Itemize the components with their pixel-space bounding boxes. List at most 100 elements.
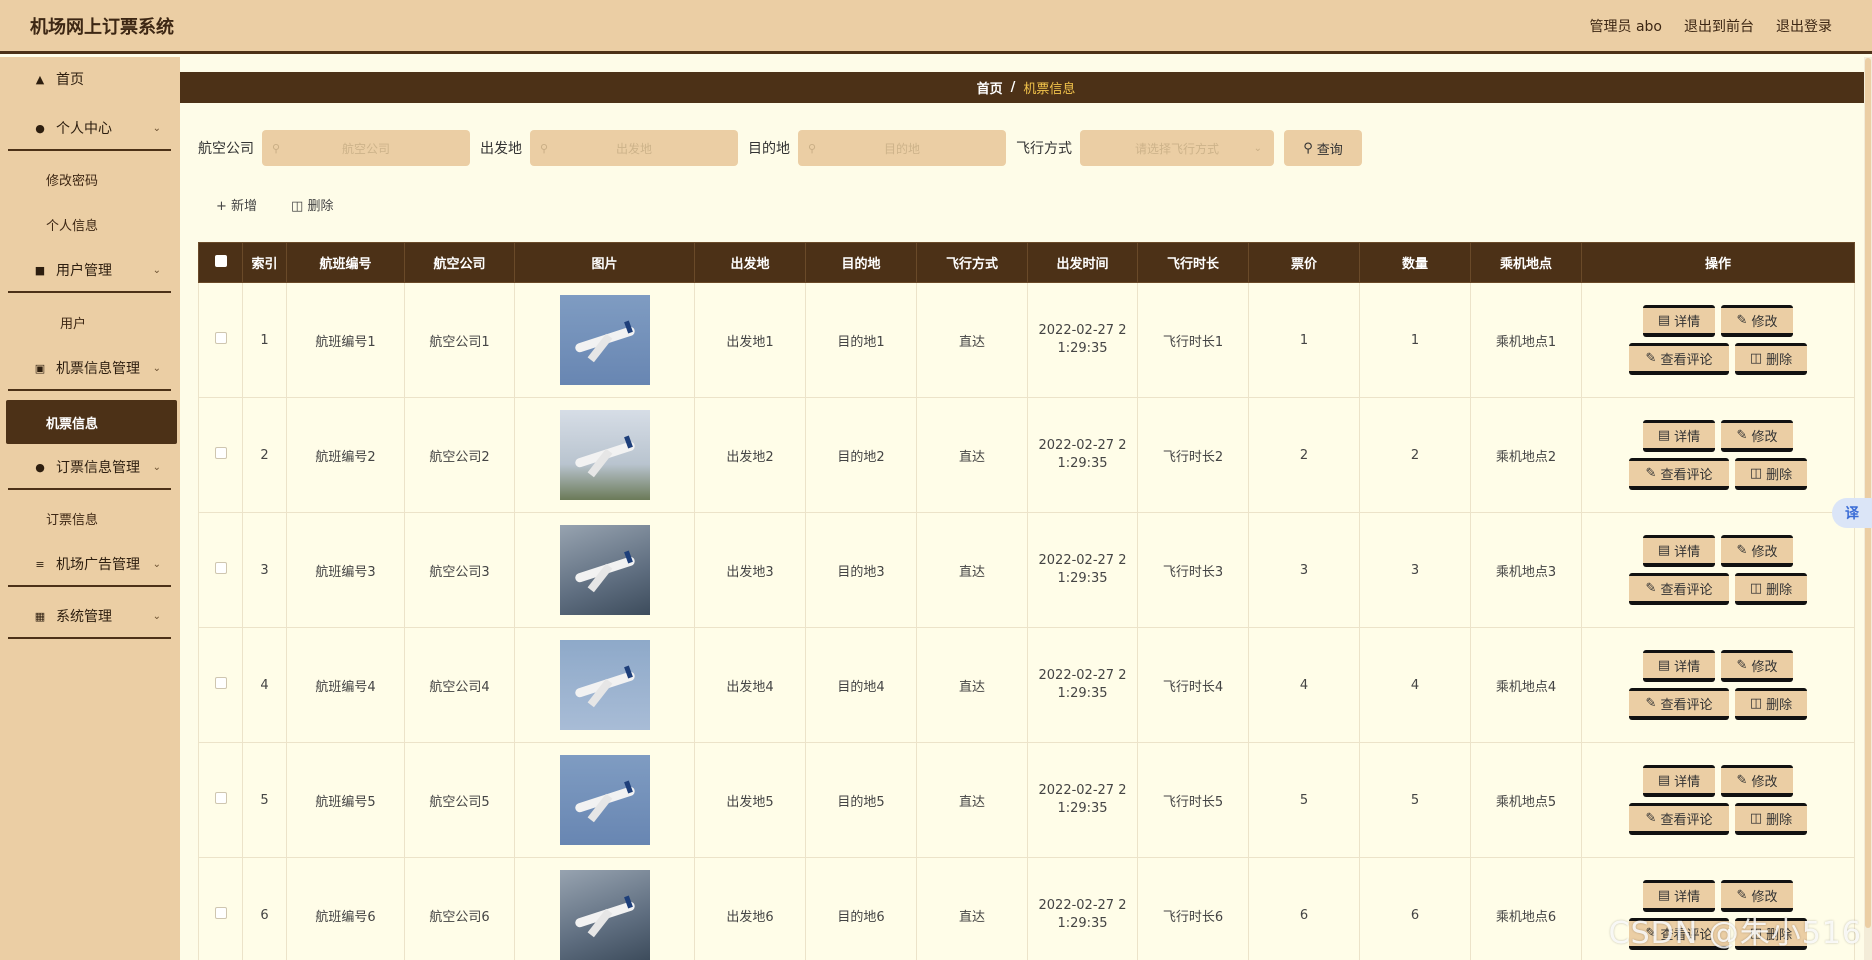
query-button[interactable]: ⚲ 查询 bbox=[1284, 130, 1362, 166]
select-all-header[interactable] bbox=[198, 242, 243, 283]
airplane-image[interactable] bbox=[559, 525, 650, 615]
select-all-checkbox[interactable] bbox=[214, 254, 227, 267]
sidebar-sub-booking-info[interactable]: 订票信息 bbox=[8, 499, 171, 537]
row-checkbox[interactable] bbox=[214, 677, 227, 689]
edit-label: 修改 bbox=[1751, 660, 1778, 675]
edit-button[interactable]: ✎ 修改 bbox=[1721, 420, 1793, 452]
mode-label: 飞行方式 bbox=[1016, 141, 1072, 157]
sidebar-sub-change-password[interactable]: 修改密码 bbox=[8, 160, 171, 198]
cell-from: 出发地4 bbox=[694, 627, 806, 743]
document-icon: ▤ bbox=[1657, 313, 1671, 328]
detail-button[interactable]: ▤ 详情 bbox=[1643, 535, 1715, 567]
row-select-cell bbox=[198, 857, 243, 960]
sliders-icon: ≡ bbox=[35, 557, 45, 571]
flight-mode-select[interactable]: 请选择飞行方式 ⌄ bbox=[1080, 130, 1274, 166]
delete-row-button[interactable]: ◫ 删除 bbox=[1735, 688, 1807, 720]
time-text: 2022-02-27 21:29:35 bbox=[1038, 438, 1127, 471]
from-search-input[interactable]: ⚲ 出发地 bbox=[530, 130, 738, 166]
cell-image bbox=[514, 397, 695, 513]
pencil-icon: ✎ bbox=[1736, 428, 1748, 443]
airplane-image[interactable] bbox=[559, 410, 650, 500]
pencil-icon: ✎ bbox=[1645, 351, 1657, 366]
edit-label: 修改 bbox=[1751, 430, 1778, 445]
row-checkbox[interactable] bbox=[214, 562, 227, 574]
cell-image bbox=[514, 857, 695, 960]
airplane-image[interactable] bbox=[559, 755, 650, 845]
cell-index: 4 bbox=[242, 627, 287, 743]
sidebar-item-personal[interactable]: ● 个人中心 ⌄ bbox=[8, 107, 171, 151]
view-comments-button[interactable]: ✎ 查看评论 bbox=[1629, 573, 1729, 605]
add-button[interactable]: + 新增 bbox=[216, 195, 257, 214]
cell-mode: 直达 bbox=[916, 742, 1028, 858]
admin-user-link[interactable]: 管理员 abo bbox=[1590, 16, 1662, 36]
sidebar-item-user-mgmt[interactable]: ■ 用户管理 ⌄ bbox=[8, 249, 171, 293]
cell-duration: 飞行时长4 bbox=[1137, 627, 1249, 743]
delete-row-button[interactable]: ◫ 删除 bbox=[1735, 573, 1807, 605]
row-checkbox[interactable] bbox=[214, 907, 227, 919]
sidebar-item-ticket-mgmt[interactable]: ▣ 机票信息管理 ⌄ bbox=[8, 347, 171, 391]
sidebar-sub-user[interactable]: 用户 bbox=[8, 303, 171, 341]
airplane-image[interactable] bbox=[559, 295, 650, 385]
exit-to-frontend-link[interactable]: 退出到前台 bbox=[1684, 16, 1754, 36]
delete-row-button[interactable]: ◫ 删除 bbox=[1735, 343, 1807, 375]
cell-flight-number: 航班编号5 bbox=[286, 742, 405, 858]
col-header: 索引 bbox=[242, 242, 287, 283]
batch-delete-button[interactable]: ◫ 删除 bbox=[291, 195, 333, 214]
row-operations: ▤ 详情 ✎ 修改 ✎ 查看评论 ◫ 删除 bbox=[1623, 305, 1813, 375]
table-row: 5 航班编号5 航空公司5 出发地5 目的地5 直达 2022-02-27 21:29:35… bbox=[198, 742, 1855, 858]
pencil-icon: ✎ bbox=[1736, 888, 1748, 903]
pencil-icon: ✎ bbox=[1645, 811, 1657, 826]
cell-time: 2022-02-27 21:29:35 bbox=[1027, 512, 1138, 628]
chevron-down-icon: ⌄ bbox=[152, 264, 161, 276]
cell-boarding-place: 乘机地点4 bbox=[1470, 627, 1582, 743]
edit-button[interactable]: ✎ 修改 bbox=[1721, 650, 1793, 682]
airplane-image[interactable] bbox=[559, 640, 650, 730]
batch-delete-label: 删除 bbox=[307, 199, 334, 214]
delete-label: 删除 bbox=[1766, 813, 1793, 828]
delete-row-button[interactable]: ◫ 删除 bbox=[1735, 458, 1807, 490]
cell-boarding-place: 乘机地点2 bbox=[1470, 397, 1582, 513]
detail-button[interactable]: ▤ 详情 bbox=[1643, 420, 1715, 452]
document-icon: ▤ bbox=[1657, 428, 1671, 443]
delete-label: 删除 bbox=[1766, 583, 1793, 598]
row-checkbox[interactable] bbox=[214, 332, 227, 344]
breadcrumb-home[interactable]: 首页 bbox=[977, 78, 1003, 97]
from-label: 出发地 bbox=[480, 141, 522, 157]
sidebar: ▲ 首页 ● 个人中心 ⌄ 修改密码 个人信息 ■ 用户管理 ⌄ 用户 ▣ 机票… bbox=[0, 57, 180, 960]
logout-link[interactable]: 退出登录 bbox=[1776, 16, 1832, 36]
sidebar-item-home[interactable]: ▲ 首页 bbox=[8, 57, 171, 101]
cell-quantity: 4 bbox=[1359, 627, 1471, 743]
airplane-image[interactable] bbox=[559, 870, 650, 960]
sidebar-sub-profile[interactable]: 个人信息 bbox=[8, 205, 171, 243]
row-checkbox[interactable] bbox=[214, 792, 227, 804]
airline-search-input[interactable]: ⚲ 航空公司 bbox=[262, 130, 470, 166]
delete-row-button[interactable]: ◫ 删除 bbox=[1735, 803, 1807, 835]
view-comments-button[interactable]: ✎ 查看评论 bbox=[1629, 688, 1729, 720]
edit-label: 修改 bbox=[1751, 315, 1778, 330]
view-comments-button[interactable]: ✎ 查看评论 bbox=[1629, 803, 1729, 835]
view-comments-button[interactable]: ✎ 查看评论 bbox=[1629, 458, 1729, 490]
detail-button[interactable]: ▤ 详情 bbox=[1643, 765, 1715, 797]
edit-button[interactable]: ✎ 修改 bbox=[1721, 305, 1793, 337]
pencil-icon: ✎ bbox=[1736, 313, 1748, 328]
sidebar-item-label: 订票信息管理 bbox=[56, 460, 140, 476]
translate-button[interactable]: 译 bbox=[1832, 498, 1872, 528]
row-checkbox[interactable] bbox=[214, 447, 227, 459]
to-search-input[interactable]: ⚲ 目的地 bbox=[798, 130, 1006, 166]
user-icon: ● bbox=[35, 121, 45, 135]
detail-button[interactable]: ▤ 详情 bbox=[1643, 305, 1715, 337]
document-icon: ▤ bbox=[1657, 773, 1671, 788]
view-comments-button[interactable]: ✎ 查看评论 bbox=[1629, 343, 1729, 375]
sidebar-item-system-mgmt[interactable]: ▦ 系统管理 ⌄ bbox=[8, 595, 171, 639]
table-row: 1 航班编号1 航空公司1 出发地1 目的地1 直达 2022-02-27 21:29:35… bbox=[198, 282, 1855, 398]
edit-button[interactable]: ✎ 修改 bbox=[1721, 535, 1793, 567]
sidebar-item-ad-mgmt[interactable]: ≡ 机场广告管理 ⌄ bbox=[8, 543, 171, 587]
detail-button[interactable]: ▤ 详情 bbox=[1643, 650, 1715, 682]
cell-price: 6 bbox=[1248, 857, 1360, 960]
scrollbar-thumb[interactable] bbox=[1865, 58, 1871, 928]
col-header: 票价 bbox=[1248, 242, 1360, 283]
sidebar-item-booking-mgmt[interactable]: ● 订票信息管理 ⌄ bbox=[8, 446, 171, 490]
edit-button[interactable]: ✎ 修改 bbox=[1721, 765, 1793, 797]
cell-to: 目的地5 bbox=[805, 742, 917, 858]
sidebar-sub-ticket-info[interactable]: 机票信息 bbox=[6, 400, 177, 444]
